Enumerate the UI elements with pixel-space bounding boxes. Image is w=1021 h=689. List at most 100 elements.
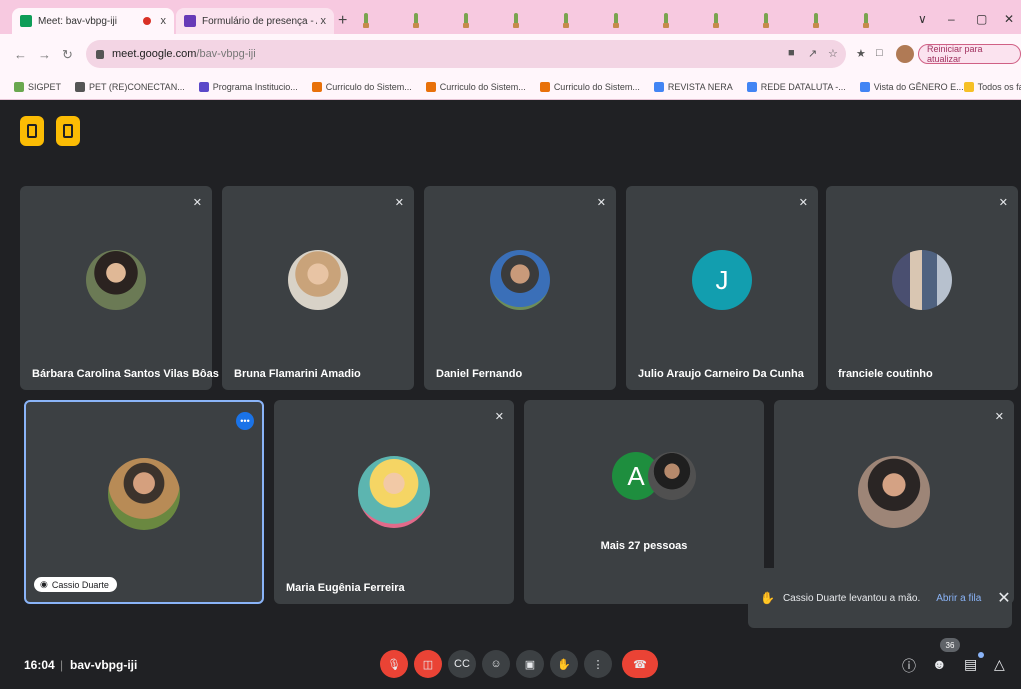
reload-icon[interactable]: ↻ — [62, 47, 73, 63]
bookmark-label: PET (RE)CONECTAN... — [89, 81, 185, 92]
hand-raise-indicator-icon[interactable] — [20, 116, 44, 146]
raise-hand-button[interactable]: ✋ — [550, 650, 578, 678]
chat-unread-dot — [978, 652, 984, 658]
participant-tile[interactable]: ••• ◉ Cassio Duarte — [24, 400, 264, 604]
open-queue-link[interactable]: Abrir a fila — [936, 593, 981, 604]
profile-avatar[interactable] — [896, 45, 914, 63]
emoji-reactions-button[interactable]: ☺ — [482, 650, 510, 678]
participant-tile[interactable]: ✕ J Julio Araujo Carneiro Da Cunha — [626, 186, 818, 390]
meet-favicon-icon — [20, 15, 32, 27]
bookmark-item[interactable]: Curriculo do Sistem... — [311, 81, 412, 92]
control-bar: 16:04 | bav-vbpg-iji 🎙 ◫ CC ☺ ▣ ✋ ⋮ ☎ ⓘ … — [0, 638, 1021, 689]
avatar — [358, 456, 430, 528]
muted-mic-icon: ✕ — [192, 197, 202, 209]
avatar — [892, 250, 952, 310]
bookmark-item[interactable]: REVISTA NERA — [653, 81, 733, 92]
bookmark-favicon-icon — [14, 81, 24, 92]
bookmark-item[interactable]: Vista do GÊNERO E... — [859, 81, 964, 92]
close-tab-icon[interactable]: x — [161, 15, 167, 27]
participant-tile[interactable]: ✕ Maria Eugênia Ferreira — [274, 400, 514, 604]
bookmark-label: Programa Institucio... — [212, 81, 298, 92]
bookmark-label: Vista do GÊNERO E... — [873, 81, 964, 92]
close-toast-icon[interactable]: ✕ — [997, 588, 1010, 608]
close-window-icon[interactable]: ✕ — [1004, 12, 1014, 26]
meet-stage: ✕ Bárbara Carolina Santos Vilas Bôas ✕ Brun… — [0, 100, 1021, 689]
bookmark-favicon-icon — [425, 81, 436, 92]
bookmark-star-icon[interactable]: ☆ — [828, 47, 838, 60]
more-people-label: Mais 27 pessoas — [600, 540, 688, 552]
all-bookmarks-folder[interactable]: Todos os favoritos — [963, 81, 1021, 92]
bookmark-label: Curriculo do Sistem... — [439, 81, 526, 92]
participant-name: Bruna Flamarini Amadio — [234, 368, 361, 380]
bookmark-favicon-icon — [75, 81, 86, 92]
participant-name: Daniel Fernando — [436, 368, 523, 380]
bookmark-item[interactable]: REDE DATALUTA -... — [746, 81, 846, 92]
restart-to-update-button[interactable]: Reiniciar para atualizar — [918, 44, 1021, 64]
minimize-icon[interactable]: – — [948, 12, 955, 26]
avatar — [288, 250, 348, 310]
bookmark-favicon-icon — [198, 81, 209, 92]
theme-cactus-icon — [762, 10, 770, 28]
bookmarks-bar: SIGPET PET (RE)CONECTAN... Programa Instit… — [0, 74, 1021, 100]
activities-icon[interactable]: △ — [994, 656, 1005, 673]
bookmark-label: Curriculo do Sistem... — [325, 81, 412, 92]
participant-name: Julio Araujo Carneiro Da Cunha — [638, 368, 804, 380]
url-host: meet.google.com — [112, 48, 197, 60]
bookmark-favicon-icon — [311, 81, 322, 92]
participant-tile[interactable]: ✕ Daniel Fernando — [424, 186, 616, 390]
extensions-icon[interactable]: ★ — [856, 47, 866, 60]
more-options-button[interactable]: ⋮ — [584, 650, 612, 678]
avatar — [490, 250, 550, 310]
side-panel-icon[interactable]: □ — [876, 47, 883, 59]
clock-time: 16:04 — [24, 658, 55, 672]
forward-icon[interactable]: → — [38, 47, 51, 62]
chat-icon[interactable]: ▤ — [964, 656, 977, 673]
avatar — [648, 452, 696, 500]
bookmark-label: REVISTA NERA — [667, 81, 733, 92]
participant-tile[interactable]: ✕ franciele coutinho — [826, 186, 1018, 390]
theme-cactus-icon — [362, 10, 370, 28]
hand-raised-toast: ✋ Cassio Duarte levantou a mão. Abrir a … — [748, 568, 1012, 628]
tab-title: Formulário de presença - APRE — [202, 15, 317, 27]
tab-form[interactable]: Formulário de presença - APRE x — [176, 8, 334, 34]
muted-mic-icon: ✕ — [998, 197, 1008, 209]
participant-name: franciele coutinho — [838, 368, 933, 380]
bookmark-item[interactable]: Curriculo do Sistem... — [425, 81, 526, 92]
recording-dot-icon — [142, 17, 151, 25]
theme-cactus-icon — [612, 10, 620, 28]
avatar: J — [692, 250, 752, 310]
bookmark-item[interactable]: Curriculo do Sistem... — [539, 81, 640, 92]
url-input[interactable]: meet.google.com/bav-vbpg-iji — [86, 40, 846, 68]
new-tab-button[interactable]: + — [338, 12, 347, 30]
people-icon[interactable]: ☻ — [932, 656, 947, 672]
camera-in-use-icon[interactable]: ■ — [788, 47, 795, 59]
back-icon[interactable]: ← — [14, 47, 27, 62]
participant-tile[interactable]: A Mais 27 pessoas — [524, 400, 764, 604]
maximize-icon[interactable]: ▢ — [976, 12, 987, 26]
participant-tile[interactable]: ✕ Bruna Flamarini Amadio — [222, 186, 414, 390]
lock-icon — [96, 49, 104, 59]
tab-meet[interactable]: Meet: bav-vbpg-iji x — [12, 8, 174, 34]
meeting-details-icon[interactable]: ⓘ — [902, 656, 916, 676]
leave-call-button[interactable]: ☎ — [622, 650, 658, 678]
microphone-toggle-button[interactable]: 🎙 — [380, 650, 408, 678]
bookmark-item[interactable]: PET (RE)CONECTAN... — [75, 81, 185, 92]
recording-indicator-icon[interactable] — [56, 116, 80, 146]
raised-hand-icon: ✋ — [760, 591, 775, 605]
close-tab-icon[interactable]: x — [321, 15, 327, 27]
tab-title: Meet: bav-vbpg-iji — [38, 15, 117, 27]
participant-tile[interactable]: ✕ Bárbara Carolina Santos Vilas Bôas — [20, 186, 219, 390]
present-screen-button[interactable]: ▣ — [516, 650, 544, 678]
captions-button[interactable]: CC — [448, 650, 476, 678]
muted-mic-icon: ✕ — [798, 197, 808, 209]
bookmark-label: Curriculo do Sistem... — [553, 81, 640, 92]
tab-search-icon[interactable]: ∨ — [918, 12, 927, 26]
share-icon[interactable]: ↗ — [808, 47, 817, 60]
tile-more-options-icon[interactable]: ••• — [236, 412, 254, 430]
bookmark-item[interactable]: Programa Institucio... — [198, 81, 298, 92]
bookmark-item[interactable]: SIGPET — [14, 81, 61, 92]
camera-toggle-button[interactable]: ◫ — [414, 650, 442, 678]
theme-cactus-icon — [412, 10, 420, 28]
bookmark-favicon-icon — [653, 81, 664, 92]
muted-mic-icon: ✕ — [596, 197, 606, 209]
